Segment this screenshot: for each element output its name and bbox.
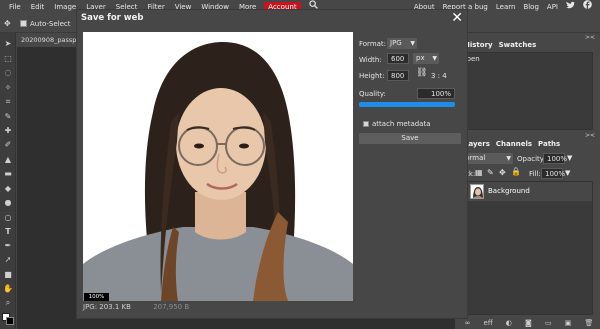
- layers-list: ◉ Background: [457, 181, 593, 315]
- document-tab[interactable]: 20200908_passport: [17, 33, 79, 47]
- adjustment-icon[interactable]: ◐: [506, 319, 512, 327]
- save-for-web-dialog: Save for web ✕ 100% JPG: 203.1 KB 207,95…: [76, 9, 468, 319]
- hand-tool-icon[interactable]: ✋: [3, 284, 13, 294]
- unit-value: px: [416, 54, 425, 62]
- save-button[interactable]: Save: [359, 133, 461, 144]
- lock-position-icon[interactable]: ✥: [499, 168, 506, 177]
- healing-tool-icon[interactable]: ✚: [3, 126, 13, 136]
- lock-all-icon[interactable]: 🔒: [511, 167, 521, 176]
- height-field[interactable]: 800: [387, 70, 409, 81]
- format-label: Format:: [359, 40, 387, 48]
- facebook-icon[interactable]: [579, 0, 596, 15]
- menu-blog[interactable]: Blog: [519, 0, 542, 15]
- quality-slider[interactable]: [359, 102, 455, 107]
- eyedropper-tool-icon[interactable]: ✎: [3, 112, 13, 122]
- opacity-dropdown-icon[interactable]: ▼: [567, 154, 572, 162]
- close-icon[interactable]: ✕: [451, 10, 463, 26]
- fill-label: Fill:: [529, 170, 541, 178]
- tab-channels[interactable]: Channels: [493, 139, 535, 149]
- new-layer-icon[interactable]: ▣: [565, 319, 572, 327]
- attach-metadata-label: attach metadata: [372, 120, 431, 128]
- move-tool-icon[interactable]: ✥: [4, 19, 11, 28]
- pen-tool-icon[interactable]: ✒: [3, 241, 13, 251]
- collapse-icon[interactable]: ><: [585, 34, 595, 41]
- chevron-down-icon: ▼: [410, 40, 415, 47]
- tab-swatches[interactable]: Swatches: [496, 40, 540, 50]
- original-size: 207,950 B: [153, 303, 190, 311]
- history-list: Open: [457, 52, 593, 130]
- preview-image: [83, 32, 353, 301]
- width-label: Width:: [359, 56, 382, 64]
- chevron-down-icon: ▼: [506, 155, 511, 162]
- file-info: JPG: 203.1 KB 207,950 B: [83, 303, 189, 311]
- layers-bottom-bar: ∞ eff ◐ ◙ ▭ ▣ 🗑: [458, 316, 600, 329]
- tab-paths[interactable]: Paths: [535, 139, 563, 149]
- menu-api[interactable]: API: [543, 0, 562, 15]
- quality-label: Quality:: [359, 90, 386, 98]
- zoom-tool-icon[interactable]: ⌕: [3, 298, 13, 308]
- background-color-swatch[interactable]: [6, 317, 14, 325]
- zoom-level-badge: 100%: [84, 293, 109, 301]
- mask-icon[interactable]: ◙: [525, 319, 532, 327]
- menu-edit[interactable]: Edit: [26, 0, 50, 15]
- move-tool-icon[interactable]: ➤: [3, 39, 13, 49]
- effects-label[interactable]: eff: [484, 319, 493, 327]
- aspect-ratio: 3 : 4: [431, 72, 447, 80]
- opacity-field[interactable]: 100%: [543, 153, 567, 164]
- collapse-icon[interactable]: ><: [585, 132, 595, 139]
- trash-icon[interactable]: 🗑: [584, 319, 593, 327]
- stamp-tool-icon[interactable]: ▲: [3, 155, 13, 165]
- lasso-tool-icon[interactable]: ◌: [3, 68, 13, 78]
- wand-tool-icon[interactable]: ✧: [3, 83, 13, 93]
- auto-select-checkbox[interactable]: [20, 20, 27, 27]
- layers-tabs: Layers Channels Paths: [461, 139, 563, 149]
- eraser-tool-icon[interactable]: ▬: [3, 169, 13, 179]
- tool-bar: ➤ ⬚ ◌ ✧ ⌗ ✎ ✚ ✐ ▲ ▬ ◆ ● ○ T ✒ ➚ ■ ✋ ⌕: [0, 33, 16, 329]
- link-icon[interactable]: ∞: [465, 319, 471, 327]
- fill-field[interactable]: 100%: [541, 168, 565, 179]
- folder-icon[interactable]: ▭: [545, 319, 552, 327]
- format-value: JPG: [390, 39, 402, 47]
- shape-tool-icon[interactable]: ■: [3, 270, 13, 280]
- marquee-tool-icon[interactable]: ⬚: [3, 54, 13, 64]
- auto-select-label: Auto-Select: [30, 20, 71, 28]
- lock-transparency-icon[interactable]: ▦: [475, 168, 483, 177]
- menu-file[interactable]: File: [4, 0, 26, 15]
- type-tool-icon[interactable]: T: [3, 227, 13, 237]
- opacity-label: Opacity:: [517, 155, 546, 163]
- twitter-icon[interactable]: [562, 0, 579, 15]
- menu-learn[interactable]: Learn: [492, 0, 520, 15]
- format-select[interactable]: JPG ▼: [387, 38, 417, 49]
- brush-tool-icon[interactable]: ✐: [3, 140, 13, 150]
- right-panels: >< History Swatches Open >< Layers Chann…: [455, 33, 600, 329]
- layer-thumbnail: [470, 184, 484, 199]
- lock-pixels-icon[interactable]: ✎: [487, 168, 494, 177]
- dialog-title: Save for web: [81, 13, 144, 23]
- fill-dropdown-icon[interactable]: ▼: [565, 169, 570, 177]
- file-size: JPG: 203.1 KB: [83, 303, 131, 311]
- chain-link-icon[interactable]: ⛓: [416, 68, 427, 78]
- layer-name[interactable]: Background: [488, 187, 530, 195]
- attach-metadata-checkbox[interactable]: [363, 121, 369, 127]
- history-tabs: History Swatches: [461, 40, 539, 50]
- chevron-down-icon: ▼: [432, 55, 437, 62]
- bucket-tool-icon[interactable]: ◆: [3, 184, 13, 194]
- quality-field[interactable]: 100%: [417, 88, 455, 99]
- crop-tool-icon[interactable]: ⌗: [3, 97, 13, 107]
- height-label: Height:: [359, 72, 385, 80]
- width-field[interactable]: 600: [387, 53, 409, 64]
- layer-row[interactable]: ◉ Background: [458, 182, 592, 201]
- path-select-tool-icon[interactable]: ➚: [3, 255, 13, 265]
- blur-tool-icon[interactable]: ●: [3, 198, 13, 208]
- unit-select[interactable]: px ▼: [413, 53, 439, 64]
- dodge-tool-icon[interactable]: ○: [3, 213, 13, 223]
- quality-slider-fill: [359, 102, 455, 107]
